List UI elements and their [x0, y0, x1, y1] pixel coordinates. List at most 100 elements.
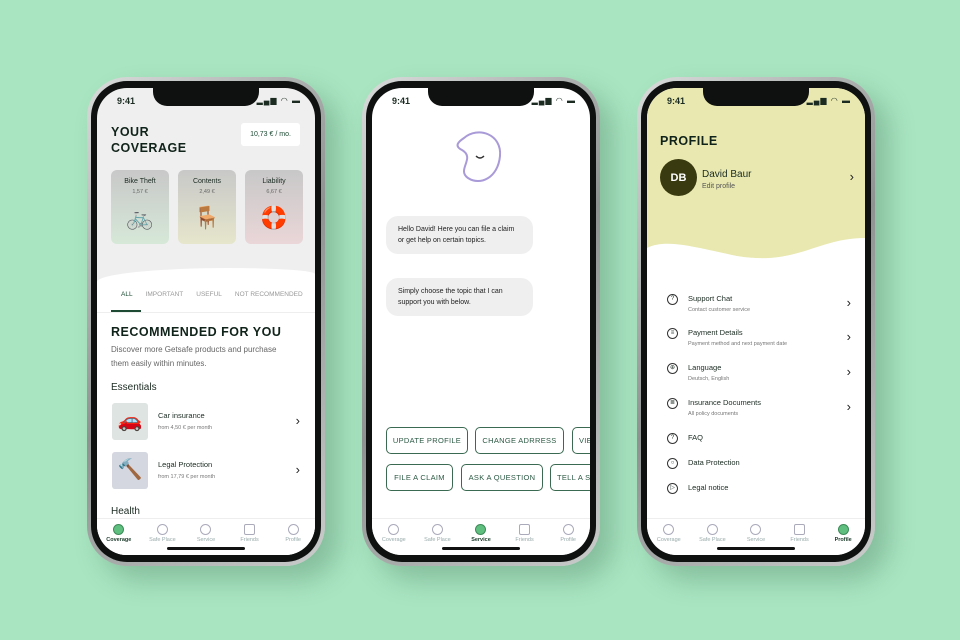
- coverage-card-liability[interactable]: Liability 6,67 € 🛟: [245, 170, 303, 244]
- bicycle-icon: 🚲: [126, 205, 154, 230]
- update-profile-button[interactable]: UPDATE PROFILE: [386, 427, 468, 454]
- tab-friends[interactable]: Friends: [505, 524, 545, 555]
- chevron-right-icon: ›: [846, 399, 851, 414]
- lifebuoy-icon: 🛟: [260, 205, 288, 230]
- profile-row[interactable]: DB David Baur Edit profile ›: [660, 159, 854, 196]
- phone-service: 9:41 ▂▄▆ ◠ ▬ Hello David! Here you can f…: [362, 77, 600, 566]
- phone-profile: 9:41 ▂▄▆ ◠ ▬ PROFILE DB David Baur Edit …: [637, 77, 875, 566]
- profile-menu-item[interactable]: ⊕ Language Deutsch, English ›: [667, 363, 851, 387]
- profile-menu-item[interactable]: ▷ Legal notice: [667, 483, 851, 507]
- product-legal-protection[interactable]: 🔨 Legal Protection from 17,79 € per mont…: [112, 452, 300, 489]
- tab-service[interactable]: Service: [461, 524, 501, 555]
- gavel-icon: 🔨: [112, 452, 148, 489]
- coverage-card-bike[interactable]: Bike Theft 1,57 € 🚲: [111, 170, 169, 244]
- profile-menu-item[interactable]: ? Support Chat Contact customer service …: [667, 294, 851, 318]
- profile-menu-item[interactable]: ? FAQ: [667, 433, 851, 457]
- chat-question-icon: ?: [667, 294, 678, 305]
- tab-profile[interactable]: Profile: [273, 524, 313, 555]
- change-address-button[interactable]: CHANGE ADRRESS: [475, 427, 564, 454]
- documents-icon: ≣: [667, 398, 678, 409]
- notch: [428, 88, 534, 106]
- status-time: 9:41: [667, 96, 686, 106]
- profile-menu-item[interactable]: ○ Data Protection: [667, 458, 851, 482]
- status-icons: ▂▄▆ ◠ ▬: [806, 96, 851, 105]
- menu-item-subtitle: Deutsch, English: [688, 376, 730, 382]
- tab-coverage[interactable]: Coverage: [99, 524, 139, 555]
- coverage-card-contents[interactable]: Contents 2,49 € 🪑: [178, 170, 236, 244]
- page-title: YOUR COVERAGE: [111, 125, 187, 155]
- gift-icon: [244, 524, 256, 535]
- menu-item-title: Language: [688, 363, 722, 372]
- tell-story-button[interactable]: TELL A STORY: [550, 464, 590, 491]
- home-indicator: [717, 547, 795, 550]
- receipt-icon: ≡: [667, 328, 678, 339]
- car-icon: 🚗: [112, 403, 148, 440]
- menu-item-subtitle: All policy documents: [688, 411, 739, 417]
- chevron-right-icon: ›: [846, 295, 851, 310]
- globe-icon: ⊕: [667, 363, 678, 374]
- person-icon: [562, 524, 574, 535]
- status-time: 9:41: [117, 96, 136, 106]
- menu-item-subtitle: Payment method and next payment date: [688, 341, 788, 347]
- legal-icon: ▷: [667, 483, 678, 494]
- tab-safe-place[interactable]: Safe Place: [417, 524, 457, 555]
- tab-all[interactable]: ALL: [121, 291, 133, 298]
- furniture-icon: 🪑: [193, 205, 221, 230]
- health-heading: Health: [111, 506, 140, 517]
- chevron-right-icon: ›: [295, 413, 300, 428]
- menu-item-title: Legal notice: [688, 483, 729, 492]
- chevron-right-icon: ›: [846, 364, 851, 379]
- file-claim-button[interactable]: FILE A CLAIM: [386, 464, 453, 491]
- menu-item-title: FAQ: [688, 433, 704, 442]
- status-icons: ▂▄▆ ◠ ▬: [531, 96, 576, 105]
- tab-safe-place[interactable]: Safe Place: [692, 524, 732, 555]
- chat-face-icon: [200, 524, 212, 535]
- view-button[interactable]: VIEW: [572, 427, 590, 454]
- menu-item-title: Support Chat: [688, 294, 733, 303]
- section-title: RECOMMENDED FOR YOU: [111, 325, 282, 339]
- monthly-price[interactable]: 10,73 € / mo.: [241, 123, 300, 146]
- section-description: Discover more Getsafe products and purch…: [111, 345, 277, 368]
- tab-service[interactable]: Service: [736, 524, 776, 555]
- profile-menu-item[interactable]: ≡ Payment Details Payment method and nex…: [667, 328, 851, 352]
- person-icon: [287, 524, 299, 535]
- user-name: David Baur: [702, 169, 752, 180]
- assistant-avatar-icon: [456, 131, 502, 183]
- chat-bubble: Simply choose the topic that I can suppo…: [386, 278, 533, 316]
- home-indicator: [167, 547, 245, 550]
- menu-item-title: Payment Details: [688, 328, 743, 337]
- menu-item-subtitle: Contact customer service: [688, 307, 751, 313]
- status-time: 9:41: [392, 96, 411, 106]
- chevron-right-icon: ›: [849, 169, 854, 184]
- tab-not-recommended[interactable]: NOT RECOMMENDED: [235, 291, 303, 298]
- target-icon: [156, 524, 168, 535]
- person-icon: [837, 524, 849, 535]
- question-icon: ?: [667, 433, 678, 444]
- target-icon: [431, 524, 443, 535]
- tab-friends[interactable]: Friends: [230, 524, 270, 555]
- gift-icon: [794, 524, 806, 535]
- profile-menu-item[interactable]: ≣ Insurance Documents All policy documen…: [667, 398, 851, 422]
- divider: [97, 312, 315, 313]
- product-car-insurance[interactable]: 🚗 Car insurance from 4,50 € per month ›: [112, 403, 300, 440]
- tab-safe-place[interactable]: Safe Place: [142, 524, 182, 555]
- ask-question-button[interactable]: ASK A QUESTION: [461, 464, 543, 491]
- shield-icon: [388, 524, 400, 535]
- tab-friends[interactable]: Friends: [780, 524, 820, 555]
- tab-profile[interactable]: Profile: [823, 524, 863, 555]
- notch: [703, 88, 809, 106]
- menu-item-title: Data Protection: [688, 458, 740, 467]
- shield-icon: [663, 524, 675, 535]
- tab-coverage[interactable]: Coverage: [649, 524, 689, 555]
- filter-tabs: ALL IMPORTANT USEFUL NOT RECOMMENDED: [121, 291, 303, 298]
- menu-item-title: Insurance Documents: [688, 398, 761, 407]
- edit-profile-link[interactable]: Edit profile: [702, 183, 735, 190]
- tab-coverage[interactable]: Coverage: [374, 524, 414, 555]
- tab-profile[interactable]: Profile: [548, 524, 588, 555]
- shield-circle-icon: ○: [667, 458, 678, 469]
- shield-icon: [113, 524, 125, 535]
- home-indicator: [442, 547, 520, 550]
- tab-important[interactable]: IMPORTANT: [146, 291, 184, 298]
- tab-service[interactable]: Service: [186, 524, 226, 555]
- tab-useful[interactable]: USEFUL: [196, 291, 222, 298]
